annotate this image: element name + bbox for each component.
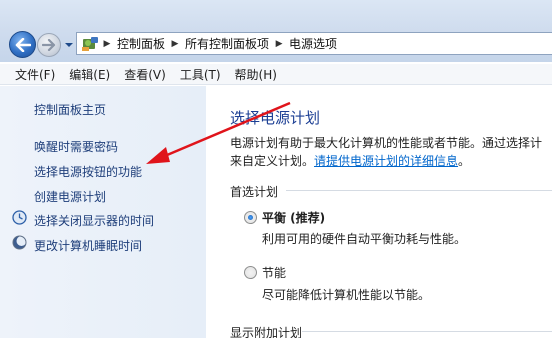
address-bar[interactable]: ▶ 控制面板 ▶ 所有控制面板项 ▶ 电源选项 [76,32,552,55]
sleep-moon-icon [12,235,27,250]
choose-display-off-time-link[interactable]: 选择关闭显示器的时间 [34,212,154,229]
menu-view[interactable]: 查看(V) [117,66,173,83]
change-sleep-time-link[interactable]: 更改计算机睡眠时间 [34,237,142,254]
menu-tools[interactable]: 工具(T) [173,66,228,83]
menu-help[interactable]: 帮助(H) [228,66,284,83]
back-arrow-icon [15,37,31,52]
section-divider [286,190,552,191]
forward-button[interactable] [37,33,61,57]
preferred-plans-heading: 首选计划 [230,185,279,199]
main-content: 选择电源计划 电源计划有助于最大化计算机的性能或者节能。通过选择计 来自定义计划… [206,86,552,338]
create-power-plan-link[interactable]: 创建电源计划 [34,188,106,205]
display-clock-icon [12,210,27,225]
task-pane: 控制面板主页 唤醒时需要密码 选择电源按钮的功能 创建电源计划 选择关闭显示器的… [0,86,206,338]
balanced-plan-description: 利用可用的硬件自动平衡功耗与性能。 [262,232,467,246]
section-divider [302,331,552,332]
description-line-1: 电源计划有助于最大化计算机的性能或者节能。通过选择计 [230,136,543,150]
balanced-plan-name[interactable]: 平衡 (推荐) [262,209,325,226]
power-plan-details-link[interactable]: 请提供电源计划的详细信息 [314,154,458,168]
navigation-bar: ▶ 控制面板 ▶ 所有控制面板项 ▶ 电源选项 [0,0,552,62]
menu-edit[interactable]: 编辑(E) [62,66,117,83]
require-password-on-wakeup-link[interactable]: 唤醒时需要密码 [34,138,118,155]
balanced-plan-radio[interactable] [244,211,257,224]
control-panel-icon [82,36,98,51]
breadcrumb-separator-icon[interactable]: ▶ [272,39,286,49]
breadcrumb-separator-icon[interactable]: ▶ [100,39,114,49]
page-description: 电源计划有助于最大化计算机的性能或者节能。通过选择计 来自定义计划。请提供电源计… [230,134,552,170]
description-suffix: 。 [458,154,471,168]
power-saver-plan-radio[interactable] [244,266,257,279]
back-button[interactable] [9,31,36,58]
description-prefix: 来自定义计划。 [230,154,315,168]
additional-plans-heading[interactable]: 显示附加计划 [230,324,302,338]
page-title: 选择电源计划 [230,109,321,127]
menu-file[interactable]: 文件(F) [8,66,62,83]
forward-arrow-icon [42,39,56,51]
recent-pages-chevron-down-icon[interactable] [64,41,74,49]
breadcrumb-all-items[interactable]: 所有控制面板项 [182,35,272,52]
breadcrumb-separator-icon[interactable]: ▶ [168,39,182,49]
menu-bar: 文件(F) 编辑(E) 查看(V) 工具(T) 帮助(H) [0,64,552,85]
breadcrumb-control-panel[interactable]: 控制面板 [114,35,168,52]
description-line-2: 来自定义计划。请提供电源计划的详细信息。 [230,152,552,170]
power-saver-plan-name[interactable]: 节能 [262,264,286,281]
control-panel-home-link[interactable]: 控制面板主页 [34,101,106,118]
choose-power-button-action-link[interactable]: 选择电源按钮的功能 [34,163,142,180]
power-saver-plan-description: 尽可能降低计算机性能以节能。 [262,288,431,302]
breadcrumb-power-options[interactable]: 电源选项 [286,35,340,52]
